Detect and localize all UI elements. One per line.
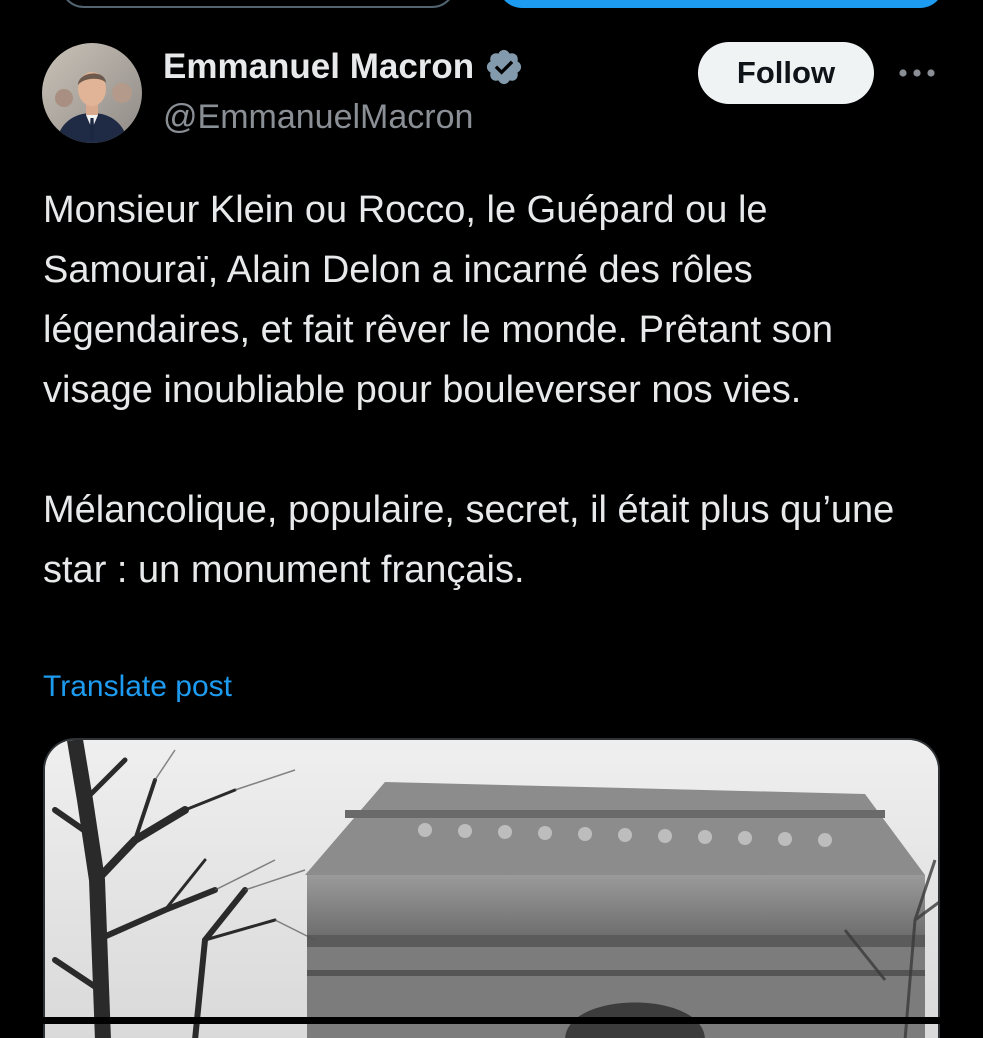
top-primary-button[interactable] bbox=[498, 0, 944, 8]
follow-button[interactable]: Follow bbox=[698, 42, 874, 104]
tweet-paragraph: Monsieur Klein ou Rocco, le Guépard ou l… bbox=[43, 189, 834, 411]
avatar[interactable] bbox=[42, 43, 142, 143]
tweet-text: Monsieur Klein ou Rocco, le Guépard ou l… bbox=[43, 180, 943, 600]
more-horizontal-icon bbox=[899, 69, 935, 77]
handle[interactable]: @EmmanuelMacron bbox=[163, 96, 473, 138]
tweet-paragraph: Mélancolique, populaire, secret, il étai… bbox=[43, 489, 895, 591]
tweet-media[interactable] bbox=[43, 738, 940, 1038]
profile-photo bbox=[42, 43, 142, 143]
more-options-button[interactable] bbox=[892, 58, 942, 88]
display-name[interactable]: Emmanuel Macron bbox=[163, 46, 474, 88]
top-secondary-button[interactable] bbox=[60, 0, 456, 8]
verified-badge-icon bbox=[487, 49, 522, 85]
arc-de-triomphe-photo bbox=[45, 740, 938, 1038]
bottom-edge bbox=[0, 1017, 983, 1024]
translate-post-link[interactable]: Translate post bbox=[43, 667, 232, 707]
